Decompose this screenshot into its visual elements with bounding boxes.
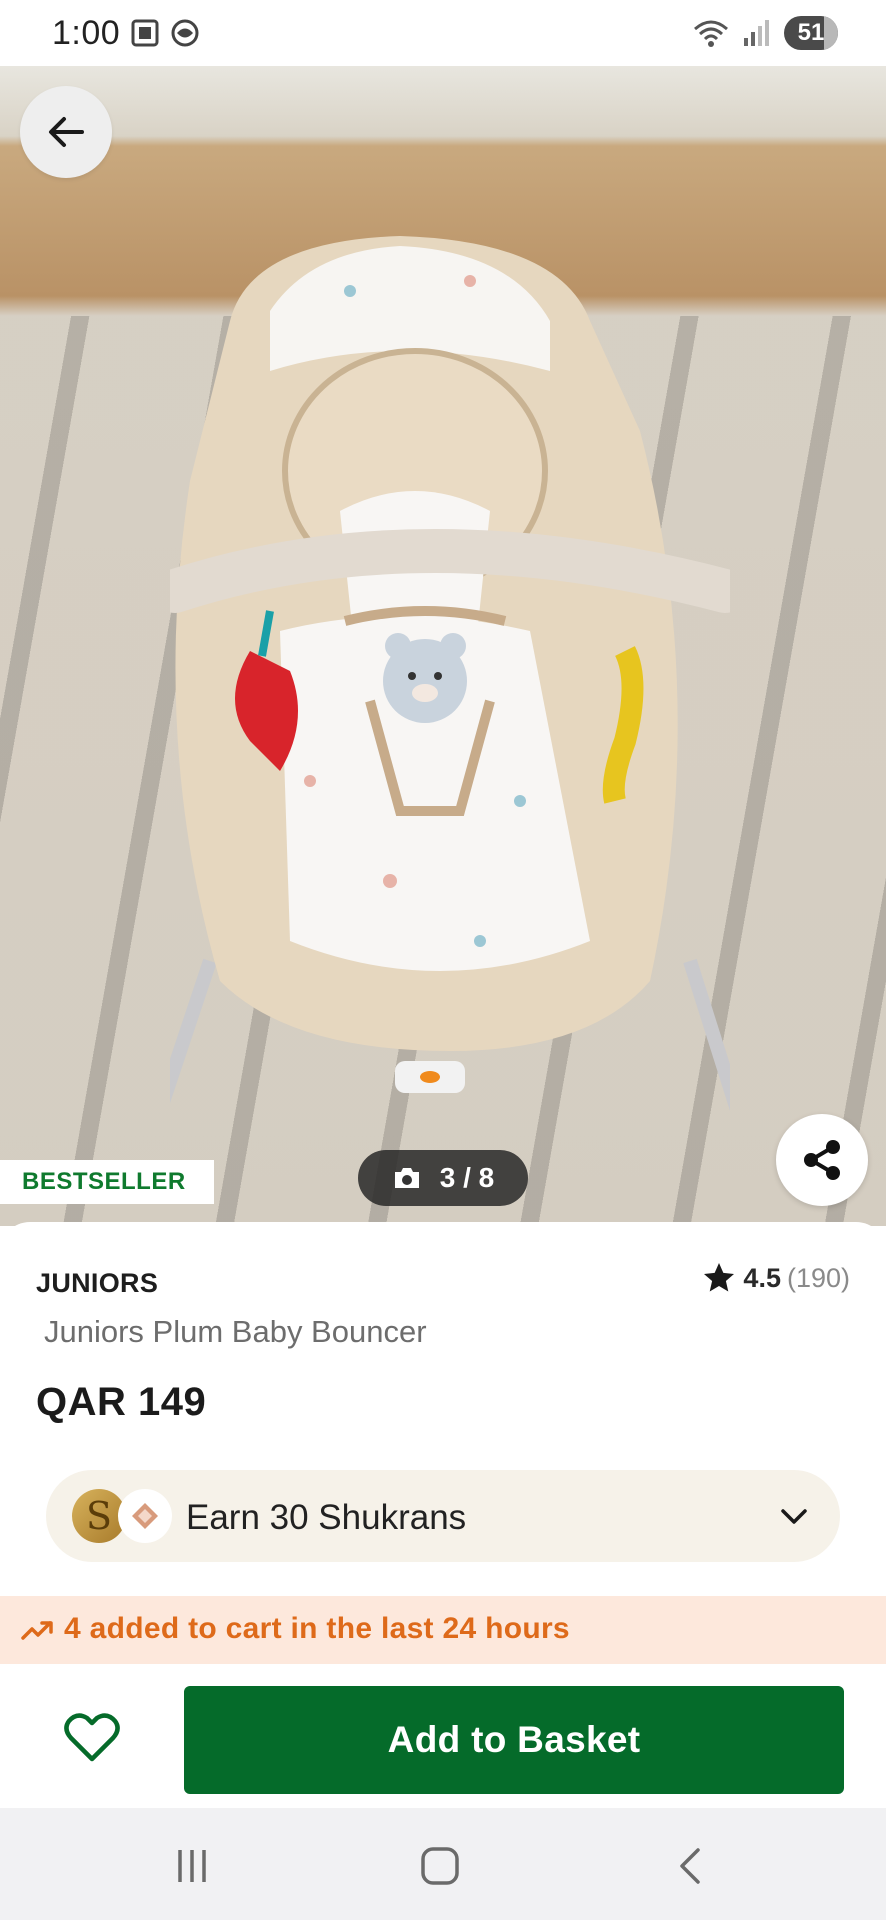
recent-apps-button[interactable] [162, 1844, 222, 1888]
heart-icon [64, 1713, 120, 1762]
product-image-gallery[interactable] [0, 66, 886, 1226]
status-icons-left [130, 18, 200, 48]
recent-apps-icon [178, 1850, 206, 1882]
product-price: QAR 149 [36, 1380, 207, 1424]
system-navigation-bar [0, 1808, 886, 1920]
signal-icon [744, 20, 769, 46]
product-image[interactable] [170, 181, 730, 1141]
battery-icon: 51 [784, 16, 838, 50]
home-icon [421, 1847, 459, 1885]
back-arrow-icon [49, 117, 84, 147]
shukran-label: Earn 30 Shukrans [186, 1498, 467, 1537]
star-icon [704, 1263, 735, 1292]
chevron-down-icon [781, 1509, 807, 1524]
product-name: Juniors Plum Baby Bouncer [44, 1314, 427, 1349]
status-time: 1:00 [52, 14, 121, 52]
camera-icon [394, 1168, 419, 1188]
cart-activity-banner: 4 added to cart in the last 24 hours [0, 1596, 886, 1664]
image-counter-text: 3 / 8 [439, 1162, 495, 1193]
cart-activity-text: 4 added to cart in the last 24 hours [64, 1612, 570, 1645]
shukran-diamond-icon [118, 1489, 172, 1543]
product-rating[interactable]: 4.5 (190) [701, 1260, 850, 1296]
trending-up-icon [21, 1621, 53, 1640]
brand-name[interactable]: JUNIORS [36, 1268, 158, 1299]
rating-value: 4.5 [743, 1262, 781, 1293]
product-info-sheet: JUNIORS 4.5 (190) Juniors Plum Baby Boun… [0, 1222, 886, 1682]
back-button[interactable] [20, 86, 112, 178]
back-chevron-icon [680, 1848, 700, 1884]
home-button[interactable] [410, 1844, 470, 1888]
rating-count: (190) [786, 1262, 850, 1293]
share-icon [804, 1140, 840, 1180]
status-icons-right: 51 [692, 16, 838, 50]
vpn-icon [171, 19, 199, 47]
bottom-action-bar: Add to Basket [0, 1664, 886, 1808]
status-bar: 1:00 51 [0, 0, 886, 66]
wishlist-button[interactable] [60, 1708, 124, 1768]
bestseller-badge: BESTSELLER [0, 1160, 214, 1204]
add-to-basket-button[interactable]: Add to Basket [184, 1686, 844, 1794]
back-nav-button[interactable] [660, 1844, 720, 1888]
shukran-rewards-dropdown[interactable]: S Earn 30 Shukrans [46, 1470, 840, 1562]
image-counter: 3 / 8 [358, 1150, 528, 1206]
screenshot-icon [131, 19, 159, 47]
wifi-icon [694, 20, 728, 47]
share-button[interactable] [776, 1114, 868, 1206]
